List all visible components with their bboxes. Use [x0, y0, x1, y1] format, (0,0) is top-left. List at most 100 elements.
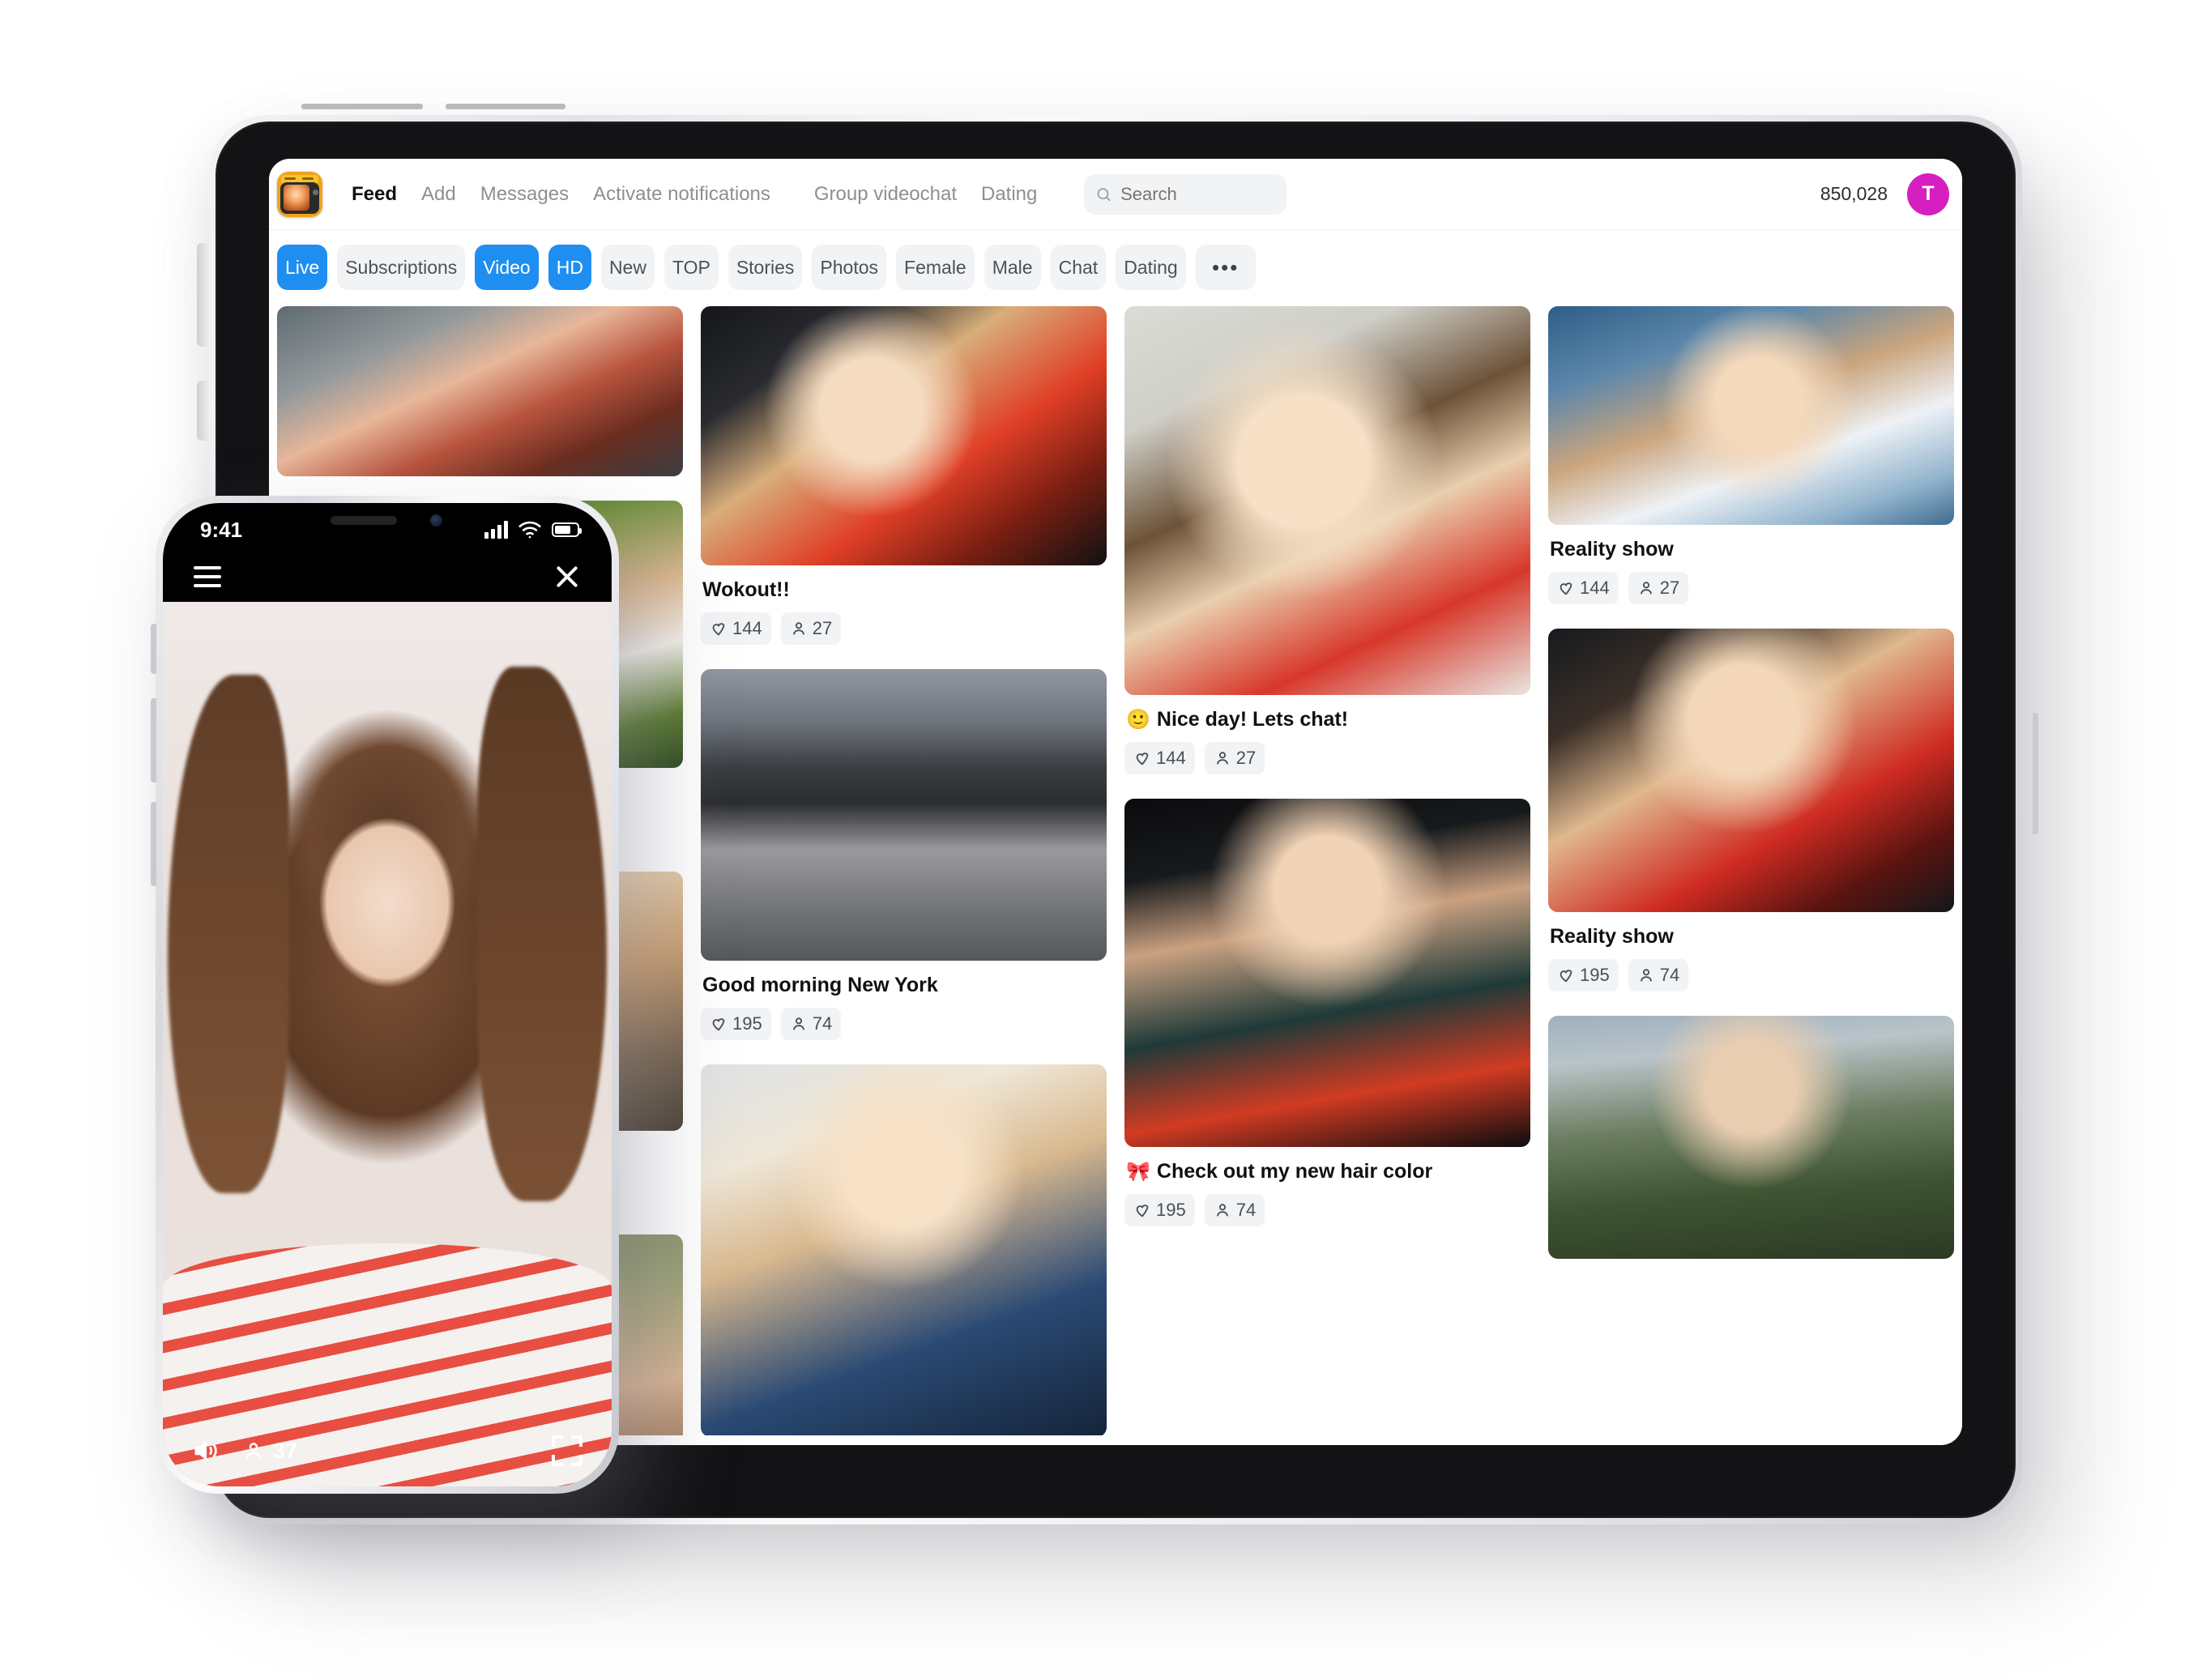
filter-chip-dating[interactable]: Dating: [1116, 245, 1186, 290]
feed-card[interactable]: [1548, 1016, 1954, 1259]
search-input[interactable]: [1120, 183, 1276, 205]
card-thumbnail[interactable]: [701, 669, 1107, 961]
filter-chip-new[interactable]: New: [600, 245, 655, 290]
feed-card[interactable]: Good morning New York 195 74: [701, 669, 1107, 1040]
nav-item-add[interactable]: Add: [421, 183, 456, 206]
tablet-volume-up-button: [197, 243, 209, 347]
card-caption-text: Reality show: [1550, 925, 1674, 948]
wifi-icon: [518, 521, 541, 539]
likes-stat[interactable]: 144: [1124, 742, 1195, 774]
avatar[interactable]: T: [1907, 173, 1949, 215]
tablet-volume-down-button: [197, 381, 209, 441]
filter-chip-photos[interactable]: Photos: [812, 245, 887, 290]
card-caption-text: Check out my new hair color: [1156, 1160, 1433, 1183]
likes-count: 195: [1580, 965, 1610, 985]
card-stats: 144 27: [701, 612, 1107, 645]
tablet-button-top-left: [301, 104, 423, 109]
nav-item-activate-notifications[interactable]: Activate notifications: [593, 183, 770, 206]
card-stats: 144 27: [1124, 742, 1530, 774]
app-logo-icon[interactable]: [277, 171, 322, 217]
viewers-stat[interactable]: 27: [1628, 572, 1689, 604]
phone-stream-controls: 37: [163, 1415, 612, 1486]
card-thumbnail[interactable]: [1548, 306, 1954, 525]
feed-card[interactable]: Reality show 144 27: [1548, 306, 1954, 604]
viewers-count: 37: [273, 1438, 298, 1463]
card-caption-text: Wokout!!: [702, 578, 790, 601]
card-caption: Reality show: [1550, 925, 1954, 949]
nav-item-dating[interactable]: Dating: [981, 183, 1037, 206]
nav-item-group-videochat[interactable]: Group videochat: [814, 183, 957, 206]
heart-icon: [1560, 970, 1572, 983]
card-thumbnail[interactable]: [1124, 799, 1530, 1147]
feed-card[interactable]: [277, 306, 683, 476]
likes-stat[interactable]: 195: [1124, 1194, 1195, 1226]
filter-chip-subscriptions[interactable]: Subscriptions: [337, 245, 466, 290]
nav-item-messages[interactable]: Messages: [480, 183, 569, 206]
filter-chip-hd[interactable]: HD: [548, 245, 591, 290]
filter-chip-female[interactable]: Female: [896, 245, 975, 290]
feed-column-3: 🙂 Nice day! Lets chat! 144 27 🎀 Check ou…: [1124, 306, 1530, 1435]
viewers-count: 74: [812, 1013, 833, 1034]
feed-card[interactable]: Reality show 195 74: [1548, 629, 1954, 991]
fullscreen-icon[interactable]: [552, 1435, 582, 1466]
search-box[interactable]: [1084, 173, 1287, 215]
hamburger-menu-icon[interactable]: [194, 566, 221, 587]
card-caption-emoji: 🎀: [1126, 1160, 1150, 1183]
person-icon: [1216, 752, 1228, 765]
likes-count: 144: [1156, 748, 1186, 768]
feed-card[interactable]: Wokout!! 144 27: [701, 306, 1107, 645]
battery-icon: [552, 522, 582, 537]
heart-icon: [1560, 582, 1572, 595]
tablet-button-top-right: [446, 104, 565, 109]
likes-stat[interactable]: 144: [701, 612, 771, 645]
card-thumbnail[interactable]: [1548, 1016, 1954, 1259]
card-stats: 195 74: [1548, 959, 1954, 991]
filter-chip-chat[interactable]: Chat: [1050, 245, 1107, 290]
speaker-icon[interactable]: [192, 1436, 221, 1465]
viewers-count: 27: [1235, 748, 1257, 768]
live-stream-video[interactable]: 37: [163, 602, 612, 1486]
person-icon: [792, 1017, 804, 1030]
likes-stat[interactable]: 195: [1548, 959, 1619, 991]
card-thumbnail[interactable]: [1124, 306, 1530, 695]
filter-chip-male[interactable]: Male: [984, 245, 1041, 290]
card-thumbnail[interactable]: [701, 306, 1107, 565]
card-thumbnail[interactable]: [701, 1064, 1107, 1435]
card-caption: Good morning New York: [702, 974, 1107, 997]
feed-card[interactable]: [701, 1064, 1107, 1435]
feed-column-4: Reality show 144 27 Reality show 195 74: [1548, 306, 1954, 1435]
heart-icon: [1136, 753, 1149, 765]
viewers-stat[interactable]: 74: [1628, 959, 1689, 991]
phone-screen: 9:41 37: [163, 503, 612, 1486]
person-icon: [792, 622, 804, 635]
viewers-stat[interactable]: 27: [1204, 742, 1265, 774]
filter-chip-live[interactable]: Live: [277, 245, 328, 290]
phone-status-bar: 9:41: [163, 503, 612, 552]
feed-card[interactable]: 🎀 Check out my new hair color 195 74: [1124, 799, 1530, 1226]
viewers-count: 74: [1659, 965, 1680, 985]
viewers-stat[interactable]: 74: [1204, 1194, 1265, 1226]
likes-stat[interactable]: 195: [701, 1008, 771, 1040]
card-thumbnail[interactable]: [277, 306, 683, 476]
filter-chip-video[interactable]: Video: [475, 245, 539, 290]
card-caption-text: Reality show: [1550, 538, 1674, 561]
viewers-stat[interactable]: 74: [780, 1008, 842, 1040]
status-time: 9:41: [200, 517, 243, 542]
card-thumbnail[interactable]: [1548, 629, 1954, 912]
nav-item-feed[interactable]: Feed: [352, 183, 397, 206]
filter-chip-more-options[interactable]: •••: [1195, 245, 1256, 290]
close-icon[interactable]: [553, 563, 581, 591]
viewers-stat[interactable]: 27: [780, 612, 842, 645]
viewers-count: 27: [1659, 578, 1680, 598]
feed-card[interactable]: 🙂 Nice day! Lets chat! 144 27: [1124, 306, 1530, 774]
likes-count: 144: [1580, 578, 1610, 598]
filter-chip-stories[interactable]: Stories: [728, 245, 803, 290]
card-caption: 🙂 Nice day! Lets chat!: [1126, 708, 1530, 731]
likes-count: 195: [732, 1013, 762, 1034]
filter-chip-top[interactable]: TOP: [664, 245, 719, 290]
likes-stat[interactable]: 144: [1548, 572, 1619, 604]
card-stats: 144 27: [1548, 572, 1954, 604]
card-stats: 195 74: [701, 1008, 1107, 1040]
card-caption: 🎀 Check out my new hair color: [1126, 1160, 1530, 1183]
likes-count: 144: [732, 618, 762, 638]
